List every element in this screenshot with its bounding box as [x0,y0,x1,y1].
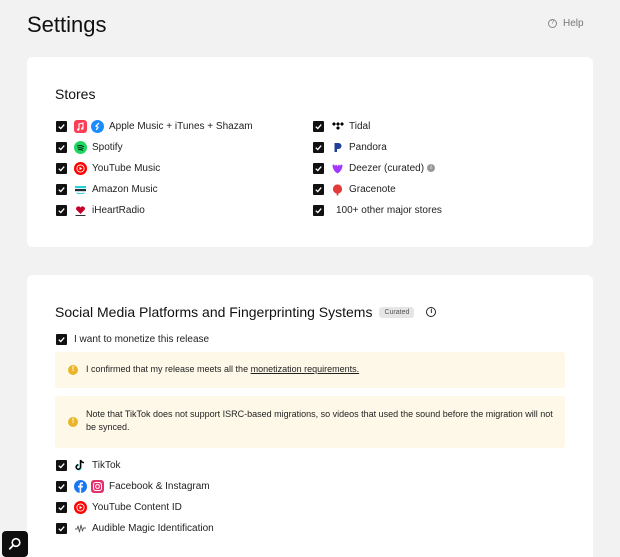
checkbox[interactable] [56,459,67,471]
checkbox[interactable] [56,162,67,174]
notice-text: Note that TikTok does not support ISRC-b… [86,409,553,432]
store-row-youtube-music[interactable]: YouTube Music [56,161,160,175]
store-row-iheartradio[interactable]: iHeartRadio [56,203,145,217]
social-card: Social Media Platforms and Fingerprintin… [27,275,593,557]
checkbox[interactable] [56,501,67,513]
checkbox[interactable] [56,120,67,132]
question-circle-icon: ? [548,19,557,28]
info-icon[interactable]: i [426,307,437,317]
apple-music-icon [74,119,87,133]
help-link[interactable]: ? Help [548,18,584,29]
tiktok-notice: ! Note that TikTok does not support ISRC… [55,396,565,448]
store-row-amazon-music[interactable]: Amazon Music [56,182,158,196]
amazon-music-icon [74,182,87,196]
store-label: Apple Music + iTunes + Shazam [109,120,253,132]
platform-label: Facebook & Instagram [109,480,210,492]
info-icon[interactable]: i [427,164,436,172]
stores-title: Stores [55,86,96,102]
youtube-music-icon [74,161,87,175]
warning-icon: ! [68,417,78,427]
platform-row-facebook-instagram[interactable]: Facebook & Instagram [56,479,210,493]
monetize-row[interactable]: I want to monetize this release [56,332,209,346]
platform-label: Audible Magic Identification [92,522,214,534]
search-button[interactable] [2,531,28,557]
instagram-icon [91,479,104,493]
store-label: Spotify [92,141,123,153]
platform-label: TikTok [92,459,121,471]
store-row-deezer[interactable]: Deezer (curated) i [313,161,436,175]
social-title: Social Media Platforms and Fingerprintin… [55,304,373,320]
tiktok-icon [74,458,87,472]
store-row-gracenote[interactable]: Gracenote [313,182,396,196]
pandora-icon [331,140,344,154]
gracenote-icon [331,182,344,196]
shazam-icon [91,119,104,133]
curated-badge: Curated [379,306,415,318]
search-icon [8,537,22,551]
deezer-icon [331,161,344,175]
social-header: Social Media Platforms and Fingerprintin… [55,303,437,321]
checkbox[interactable] [56,204,67,216]
checkbox[interactable] [56,522,67,534]
checkbox[interactable] [56,141,67,153]
store-row-apple-music[interactable]: Apple Music + iTunes + Shazam [56,119,253,133]
store-label: Gracenote [349,183,396,195]
store-row-spotify[interactable]: Spotify [56,140,123,154]
notice-text: I confirmed that my release meets all th… [86,364,360,374]
store-label: Pandora [349,141,387,153]
platform-label: YouTube Content ID [92,501,182,513]
monetize-label: I want to monetize this release [74,333,210,345]
help-label: Help [563,18,584,29]
store-label: Amazon Music [92,183,158,195]
checkbox[interactable] [56,480,67,492]
page-title: Settings [27,12,107,37]
monetization-notice: ! I confirmed that my release meets all … [55,352,565,388]
checkbox[interactable] [56,183,67,195]
warning-icon: ! [68,365,78,375]
platform-row-youtube-content-id[interactable]: YouTube Content ID [56,500,182,514]
platform-row-tiktok[interactable]: TikTok [56,458,121,472]
checkbox[interactable] [313,120,324,132]
facebook-icon [74,479,87,493]
store-label: Deezer (curated) [349,162,425,174]
store-row-other-stores[interactable]: 100+ other major stores [313,203,442,217]
checkbox[interactable] [313,162,324,174]
platform-row-audible-magic[interactable]: Audible Magic Identification [56,521,214,535]
iheartradio-icon [74,203,87,217]
store-label: YouTube Music [92,162,161,174]
youtube-content-id-icon [74,500,87,514]
store-label: Tidal [349,120,371,132]
tidal-icon [331,119,344,133]
checkbox[interactable] [313,204,324,216]
spotify-icon [74,140,87,154]
monetize-checkbox[interactable] [56,333,67,345]
store-label: 100+ other major stores [336,204,442,216]
store-label: iHeartRadio [92,204,145,216]
audible-magic-icon [74,521,87,535]
checkbox[interactable] [313,141,324,153]
store-row-tidal[interactable]: Tidal [313,119,370,133]
checkbox[interactable] [313,183,324,195]
monetization-requirements-link[interactable]: monetization requirements. [251,364,360,374]
store-row-pandora[interactable]: Pandora [313,140,387,154]
stores-card: Stores Apple Music + iTunes + Shazam Spo… [27,57,593,247]
